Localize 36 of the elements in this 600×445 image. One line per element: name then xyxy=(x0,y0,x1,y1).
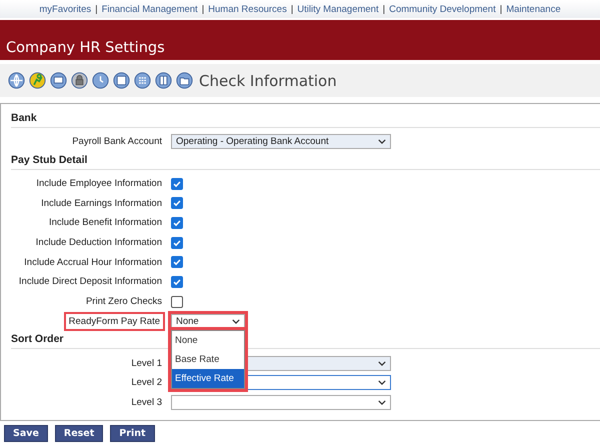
nav-link[interactable]: Community Development xyxy=(389,4,496,14)
field-label: Level 3 xyxy=(130,396,163,409)
nav-link[interactable]: Human Resources xyxy=(208,4,287,14)
section-title: Check Information xyxy=(199,72,337,90)
dropdown-option[interactable]: Effective Rate xyxy=(172,368,244,388)
field-label: ReadyForm Pay Rate xyxy=(64,312,165,331)
field-label: Include Employee Information xyxy=(35,177,163,190)
field-label: Include Direct Deposit Information xyxy=(18,275,163,288)
section-heading: Sort Order xyxy=(11,333,64,346)
action-button[interactable]: Print xyxy=(110,425,155,442)
field-label: Include Earnings Information xyxy=(40,196,163,210)
field-label: Level 1 xyxy=(130,356,163,370)
nav-divider: | xyxy=(500,4,502,14)
dropdown-option[interactable]: None xyxy=(172,330,244,350)
nav-link[interactable]: myFavorites xyxy=(39,4,92,14)
action-button[interactable]: Save xyxy=(4,425,48,442)
nav-divider: | xyxy=(202,4,204,14)
nav-divider: | xyxy=(290,4,294,14)
field-label: Level 2 xyxy=(130,376,163,390)
section-heading: Bank xyxy=(11,112,37,124)
select-field[interactable]: Operating - Operating Bank Account xyxy=(171,134,391,150)
action-button[interactable]: Reset xyxy=(54,425,104,442)
nav-divider: | xyxy=(95,4,98,14)
dropdown-option[interactable]: Base Rate xyxy=(172,350,244,369)
field-label: Include Benefit Information xyxy=(48,216,163,230)
section-heading: Pay Stub Detail xyxy=(11,154,88,166)
page-title: Company HR Settings xyxy=(6,40,165,56)
nav-divider: | xyxy=(382,4,386,14)
field-label: Include Accrual Hour Information xyxy=(23,256,163,269)
field-label: Include Deduction Information xyxy=(34,236,163,250)
select-field[interactable]: None xyxy=(171,314,245,329)
nav-link[interactable]: Financial Management xyxy=(102,4,198,14)
nav-link[interactable]: Utility Management xyxy=(297,4,379,14)
nav-link[interactable]: Maintenance xyxy=(506,4,561,14)
field-label: Print Zero Checks xyxy=(84,295,163,308)
field-label: Payroll Bank Account xyxy=(71,135,163,148)
